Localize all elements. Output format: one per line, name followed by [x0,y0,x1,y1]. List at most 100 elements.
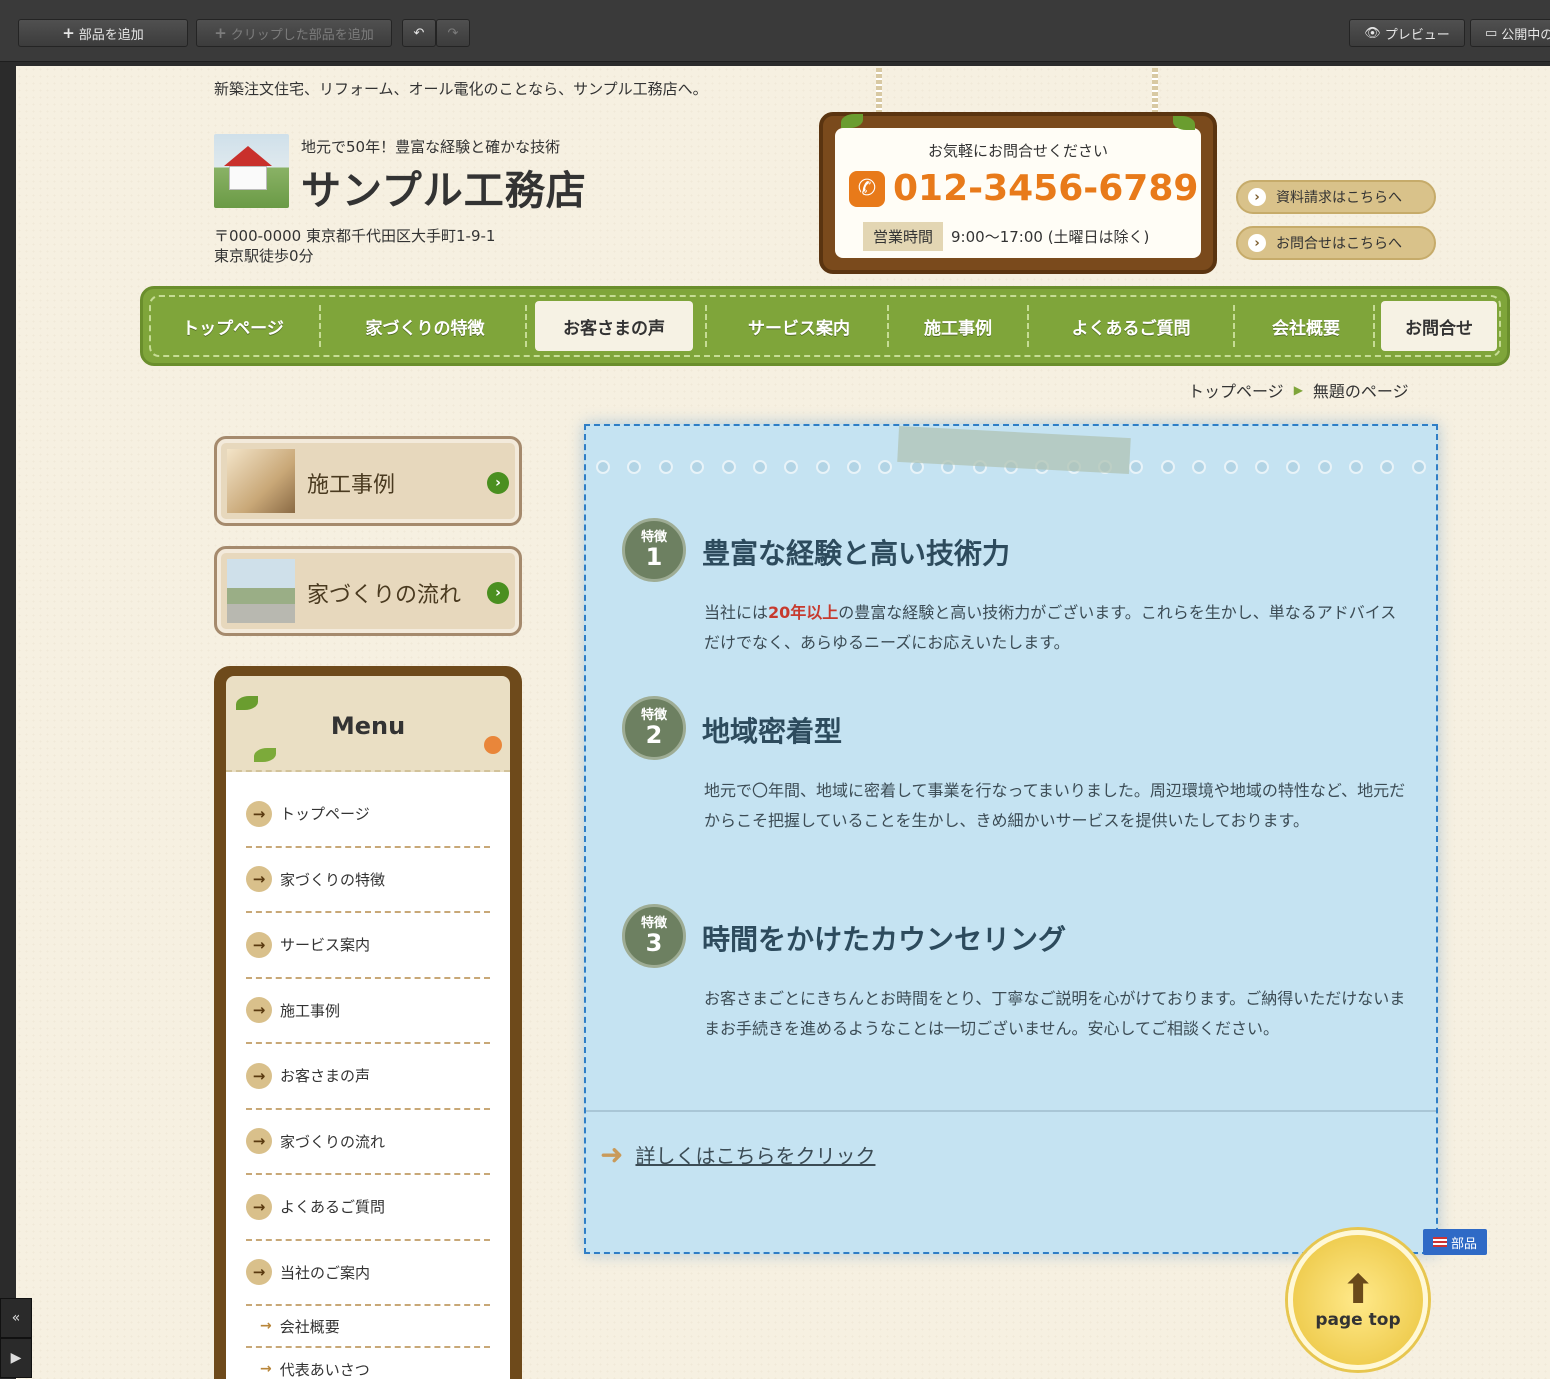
hours-value: 9:00〜17:00 (土曜日は除く) [951,228,1150,246]
feature-block: 特徴 3 時間をかけたカウンセリング お客さまごとにきちんとお時間をとり、丁寧な… [622,904,1412,1094]
flow-banner[interactable]: 家づくりの流れ › [214,546,522,636]
site-tagline: 新築注文住宅、リフォーム、オール電化のことなら、サンプル工務店へ。 [214,80,708,98]
menu-item-label: 施工事例 [280,1001,341,1020]
arrow-right-icon: → [246,931,272,958]
flag-icon [1432,1237,1447,1247]
eye-icon: 👁 [1364,25,1381,41]
badge-number: 2 [645,721,663,749]
play-button[interactable]: ▶ [0,1338,32,1378]
menu-title: Menu [330,712,406,740]
feature-title: 時間をかけたカウンセリング [702,923,1067,956]
flow-banner-label: 家づくりの流れ [307,583,462,608]
arrow-right-icon: → [260,1318,272,1334]
menu-list: → トップページ → 家づくりの特徴 → サービス案内 → 施工事例 → お客さまの声 →… [226,772,510,1379]
add-part-label: 部品を追加 [78,27,144,43]
feature-block: 特徴 1 豊富な経験と高い技術力 当社には20年以上の豊富な経験と高い技術力がご… [622,518,1412,678]
nav-separator [705,305,707,347]
menu-subitem-greeting[interactable]: → 代表あいさつ [246,1348,490,1379]
preview-button[interactable]: 👁 プレビュー [1349,19,1465,47]
breadcrumb-arrow-icon: ▶ [1293,383,1303,397]
contact-board: お気軽にお問合せください ✆ 012-3456-6789 営業時間 9:00〜1… [819,112,1217,274]
menu-item-about[interactable]: → 当社のご案内 [246,1241,490,1306]
menu-item-flow[interactable]: → 家づくりの流れ [246,1110,490,1175]
arrow-right-icon: ➜ [600,1138,624,1171]
nav-separator [525,305,527,347]
nav-item-services[interactable]: サービス案内 [711,301,887,351]
feature-body: 当社には20年以上の豊富な経験と高い技術力がございます。これらを生かし、単なるア… [704,603,1397,652]
menu-item-label: トップページ [280,805,370,824]
more-details-link[interactable]: ➜ 詳しくはこちらをクリック [600,1138,875,1171]
add-clipped-part-button[interactable]: + クリップした部品を追加 [196,19,392,47]
feature-title: 地域密着型 [702,715,843,748]
arrow-right-icon: → [246,800,272,827]
menu-item-features[interactable]: → 家づくりの特徴 [246,848,490,913]
content-part-selected[interactable]: 特徴 1 豊富な経験と高い技術力 当社には20年以上の豊富な経験と高い技術力がご… [584,424,1438,1254]
nav-item-works[interactable]: 施工事例 [893,301,1023,351]
menu-subitem-label: 代表あいさつ [279,1360,370,1379]
arrow-right-icon: → [246,1193,272,1220]
company-address: 〒000-0000 東京都千代田区大手町1-9-1 東京駅徒歩0分 [214,226,495,266]
breadcrumb: トップページ ▶ 無題のページ [1188,378,1409,402]
editor-toolbar: + 部品を追加 + クリップした部品を追加 ↶ ↷ 👁 プレビュー ▭ 公開中の [0,0,1550,62]
arrow-up-icon: ⬆ [1341,1267,1375,1313]
badge-number: 3 [645,929,663,957]
part-badge-label: 部品 [1450,1236,1477,1252]
page-top-label: page top [1315,1310,1401,1330]
nav-item-faq[interactable]: よくあるご質問 [1033,301,1229,351]
published-button[interactable]: ▭ 公開中の [1470,19,1550,47]
play-icon: ▶ [10,1350,22,1366]
global-nav: トップページ 家づくりの特徴 お客さまの声 サービス案内 施工事例 よくあるご質… [140,286,1510,366]
menu-item-faq[interactable]: → よくあるご質問 [246,1175,490,1241]
nav-item-top[interactable]: トップページ [153,301,313,351]
sidebar-menu: Menu → トップページ → 家づくりの特徴 → サービス案内 → 施工事例 → お客さ… [214,666,522,1379]
nav-separator [1373,305,1375,347]
clover-icon [254,748,276,762]
site-logo-title[interactable]: サンプル工務店 [301,158,587,216]
published-label: 公開中の [1501,27,1550,43]
nav-item-voices[interactable]: お客さまの声 [535,301,693,351]
breadcrumb-current: 無題のページ [1312,382,1409,401]
chevron-right-icon: › [487,472,509,494]
add-part-button[interactable]: + 部品を追加 [18,19,188,47]
menu-subitem-profile[interactable]: → 会社概要 [246,1306,490,1348]
nav-item-features[interactable]: 家づくりの特徴 [325,301,525,351]
hours-label: 営業時間 [863,222,944,251]
monitor-icon: ▭ [1485,25,1498,41]
chevron-right-icon: › [1248,234,1266,252]
feature-body: 地元で〇年間、地域に密着して事業を行なってまいりました。周辺環境や地域の特性など… [704,781,1406,830]
menu-item-label: 当社のご案内 [280,1263,371,1282]
board-rope [876,68,882,118]
works-banner[interactable]: 施工事例 › [214,436,522,526]
inquiry-button[interactable]: › お問合せはこちらへ [1236,226,1436,260]
undo-button[interactable]: ↶ [402,19,436,47]
leaf-icon [236,696,258,710]
badge-number: 1 [645,543,663,571]
chevron-right-icon: › [487,582,509,604]
request-materials-button[interactable]: › 資料請求はこちらへ [1236,180,1436,214]
menu-item-label: サービス案内 [280,936,371,955]
page-canvas: 新築注文住宅、リフォーム、オール電化のことなら、サンプル工務店へ。 地元で50年… [16,66,1550,1379]
feature-badge: 特徴 2 [622,696,686,760]
phone-number[interactable]: 012-3456-6789 [893,168,1198,209]
contact-prompt: お気軽にお問合せください [927,142,1108,160]
collapse-panel-button[interactable]: « [0,1298,32,1338]
page-top-button[interactable]: ⬆ page top [1288,1230,1428,1370]
menu-item-works[interactable]: → 施工事例 [246,979,490,1044]
menu-item-label: 家づくりの特徴 [280,870,386,889]
feature-body: お客さまごとにきちんとお時間をとり、丁寧なご説明を心がけております。ご納得いただ… [704,989,1406,1038]
menu-item-services[interactable]: → サービス案内 [246,913,490,979]
menu-item-voices[interactable]: → お客さまの声 [246,1044,490,1110]
preview-label: プレビュー [1384,27,1450,43]
nav-separator [887,305,889,347]
breadcrumb-home[interactable]: トップページ [1188,378,1284,402]
redo-button[interactable]: ↷ [436,19,470,47]
nav-item-contact[interactable]: お問合せ [1381,301,1497,351]
leaf-icon [1173,116,1195,130]
feature-block: 特徴 2 地域密着型 地元で〇年間、地域に密着して事業を行なってまいりました。周… [622,696,1412,886]
plus-icon: + [62,24,75,42]
menu-item-top[interactable]: → トップページ [246,782,490,848]
part-badge[interactable]: 部品 [1423,1229,1487,1255]
arrow-right-icon: → [246,866,272,893]
highlight-text: 20年以上 [768,603,839,622]
nav-item-company[interactable]: 会社概要 [1239,301,1373,351]
